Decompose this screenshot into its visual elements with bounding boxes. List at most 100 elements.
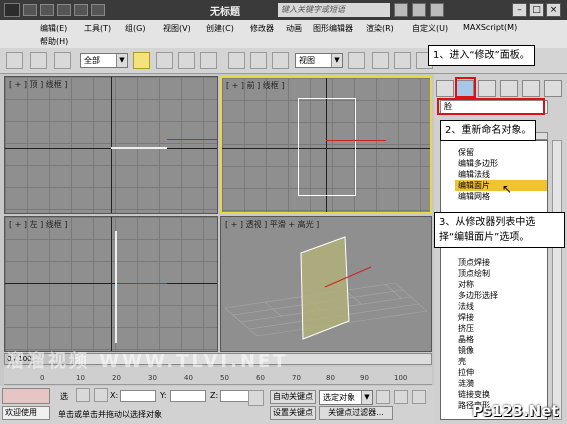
tick-label: 30 xyxy=(148,374,157,382)
tick-label: 40 xyxy=(184,374,193,382)
list-item[interactable]: 镜像 xyxy=(455,345,547,356)
list-item[interactable]: 编辑多边形 xyxy=(455,158,547,169)
angle-snap-icon[interactable] xyxy=(394,52,411,69)
close-button[interactable]: × xyxy=(546,3,561,17)
open-file-icon[interactable] xyxy=(40,4,54,16)
key-icon[interactable] xyxy=(248,390,264,406)
list-item[interactable]: 法线 xyxy=(455,301,547,312)
callout-step1: 1、进入“修改”面板。 xyxy=(428,45,535,66)
list-item[interactable]: 涟漪 xyxy=(455,378,547,389)
viewport-label[interactable]: [ + ] 前 ] 线框 ] xyxy=(226,80,284,91)
undo-icon[interactable] xyxy=(74,4,88,16)
list-item[interactable]: 多边形选择 xyxy=(455,290,547,301)
menu-tools[interactable]: 工具(T) xyxy=(84,23,111,34)
create-panel-icon[interactable] xyxy=(436,80,454,97)
utilities-panel-icon[interactable] xyxy=(544,80,562,97)
window-title: 无标题 xyxy=(210,7,240,18)
viewport-label[interactable]: [ + ] 顶 ] 线框 ] xyxy=(9,79,67,90)
reference-coordinate-select[interactable]: 视图 ▼ xyxy=(295,53,343,68)
plane-object[interactable] xyxy=(298,98,356,196)
menu-modifiers[interactable]: 修改器 xyxy=(250,23,274,34)
modify-tab-highlight xyxy=(455,77,476,98)
welcome-field[interactable]: 欢迎使用 xyxy=(2,406,50,420)
list-item[interactable]: 对称 xyxy=(455,279,547,290)
move-icon[interactable] xyxy=(228,52,245,69)
display-panel-icon[interactable] xyxy=(522,80,540,97)
viewport-left[interactable]: [ + ] 左 ] 线框 ] xyxy=(4,216,218,352)
scale-icon[interactable] xyxy=(272,52,289,69)
list-item[interactable]: 焊接 xyxy=(455,312,547,323)
list-item[interactable]: 顶点绘制 xyxy=(455,268,547,279)
minimize-button[interactable]: – xyxy=(512,3,527,17)
menu-animation[interactable]: 动画 xyxy=(286,23,302,34)
x-label: X: xyxy=(110,391,119,400)
list-item[interactable]: 拉伸 xyxy=(455,367,547,378)
list-item[interactable]: 保留 xyxy=(455,147,547,158)
x-axis-gizmo xyxy=(117,283,167,284)
star-icon[interactable] xyxy=(412,3,426,17)
list-item[interactable]: 壳 xyxy=(455,356,547,367)
set-key-button[interactable]: 设置关键点 xyxy=(270,406,316,420)
bind-space-warp-icon[interactable] xyxy=(54,52,71,69)
x-axis-gizmo xyxy=(326,140,386,141)
list-item[interactable]: 晶格 xyxy=(455,334,547,345)
menu-group[interactable]: 组(G) xyxy=(125,23,145,34)
tick-label: 50 xyxy=(220,374,229,382)
viewport-perspective[interactable]: [ + ] 透视 ] 平滑 + 高光 ] xyxy=(220,216,432,352)
y-coordinate-field[interactable] xyxy=(170,390,206,402)
absolute-mode-icon[interactable] xyxy=(94,388,108,402)
menu-maxscript[interactable]: MAXScript(M) xyxy=(463,23,517,32)
select-by-name-icon[interactable] xyxy=(156,52,173,69)
snap-toggle-icon[interactable] xyxy=(372,52,389,69)
window-crossing-icon[interactable] xyxy=(200,52,217,69)
play-icon[interactable] xyxy=(412,390,426,404)
app-logo-icon[interactable] xyxy=(4,3,20,17)
maximize-button[interactable]: □ xyxy=(529,3,544,17)
lock-selection-icon[interactable] xyxy=(76,388,90,402)
auto-key-button[interactable]: 自动关键点 xyxy=(270,390,316,404)
menu-edit[interactable]: 编辑(E) xyxy=(40,23,67,34)
search-icon[interactable] xyxy=(394,3,408,17)
viewport-top[interactable]: [ + ] 顶 ] 线框 ] xyxy=(4,76,218,214)
new-file-icon[interactable] xyxy=(23,4,37,16)
watermark-left: 溜溜视频 WWW.TLVI.NET xyxy=(6,351,289,372)
select-object-icon[interactable] xyxy=(133,52,150,69)
undo-tool-icon[interactable] xyxy=(6,52,23,69)
motion-panel-icon[interactable] xyxy=(500,80,518,97)
list-item[interactable]: 顶点焊接 xyxy=(455,257,547,268)
hierarchy-panel-icon[interactable] xyxy=(478,80,496,97)
search-input[interactable]: 键入关键字或短语 xyxy=(278,3,390,17)
plane-object[interactable] xyxy=(300,236,350,340)
x-coordinate-field[interactable] xyxy=(120,390,156,402)
link-icon[interactable] xyxy=(30,52,47,69)
tick-label: 20 xyxy=(112,374,121,382)
menu-rendering[interactable]: 渲染(R) xyxy=(366,23,394,34)
tick-label: 70 xyxy=(292,374,301,382)
pivot-icon[interactable] xyxy=(348,52,365,69)
modifier-list-scrollbar[interactable] xyxy=(552,140,562,420)
menu-graph-editors[interactable]: 图形编辑器 xyxy=(313,23,353,34)
viewport-front[interactable]: [ + ] 前 ] 线框 ] xyxy=(220,76,432,214)
region-select-icon[interactable] xyxy=(178,52,195,69)
menu-help[interactable]: 帮助(H) xyxy=(40,36,68,47)
list-item[interactable]: 编辑法线 xyxy=(455,169,547,180)
help-icon[interactable] xyxy=(430,3,444,17)
viewport-label[interactable]: [ + ] 透视 ] 平滑 + 高光 ] xyxy=(225,219,319,230)
list-item[interactable]: 挤压 xyxy=(455,323,547,334)
rotate-icon[interactable] xyxy=(250,52,267,69)
save-file-icon[interactable] xyxy=(57,4,71,16)
tick-label: 90 xyxy=(360,374,369,382)
redo-icon[interactable] xyxy=(91,4,105,16)
list-item[interactable]: 链接变换 xyxy=(455,389,547,400)
menu-create[interactable]: 创建(C) xyxy=(206,23,234,34)
selection-filter-select[interactable]: 全部 ▼ xyxy=(80,53,128,68)
key-filters-button[interactable]: 关键点过滤器... xyxy=(319,406,393,420)
menu-views[interactable]: 视图(V) xyxy=(163,23,191,34)
modifier-list[interactable]: 保留 编辑多边形 编辑法线 编辑面片 编辑网格 顶点焊接 顶点绘制 对称 多边形… xyxy=(440,140,548,420)
viewport-label[interactable]: [ + ] 左 ] 线框 ] xyxy=(9,219,67,230)
previous-frame-icon[interactable] xyxy=(394,390,408,404)
selected-object-select[interactable]: 选定对象 ▼ xyxy=(319,390,373,405)
maxscript-listener[interactable] xyxy=(2,388,50,404)
goto-start-icon[interactable] xyxy=(376,390,390,404)
menu-customize[interactable]: 自定义(U) xyxy=(412,23,448,34)
